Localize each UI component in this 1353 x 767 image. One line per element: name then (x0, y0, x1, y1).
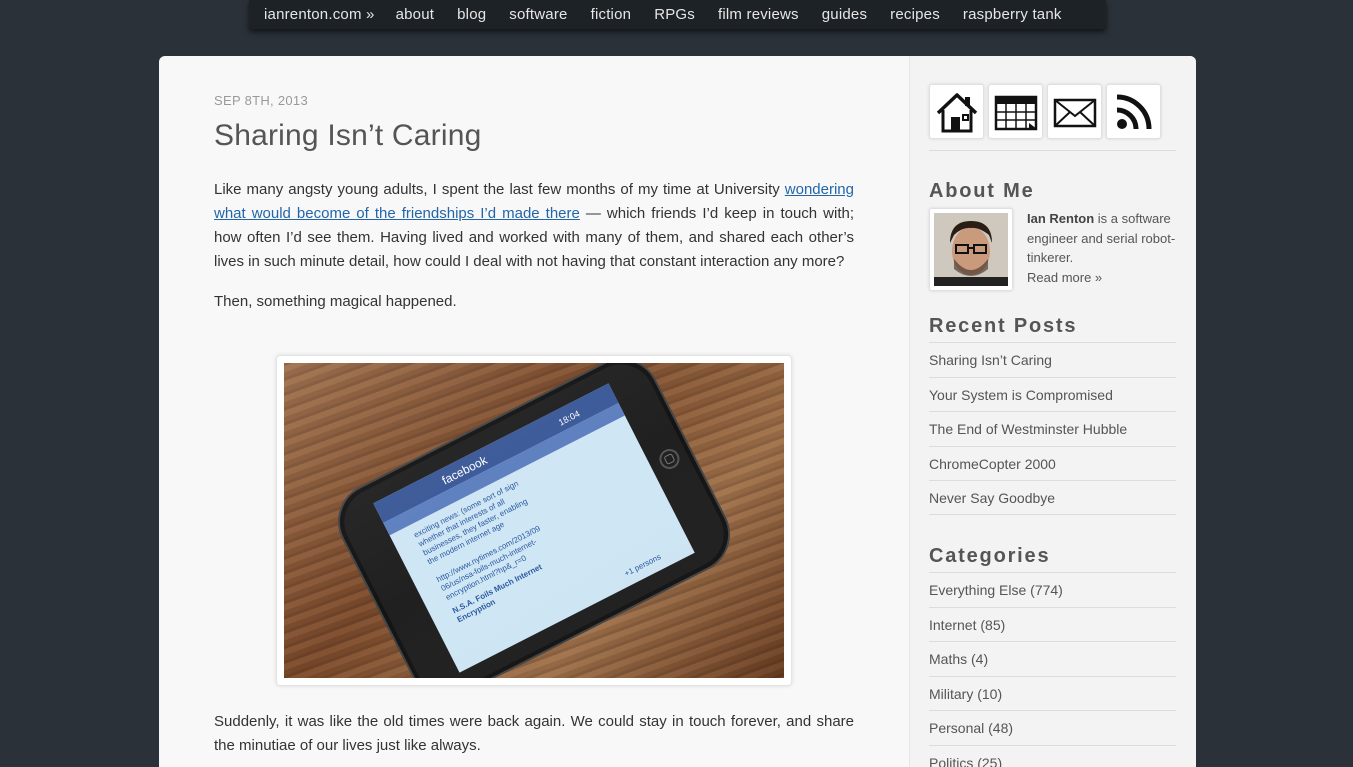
nav-software[interactable]: software (509, 7, 567, 22)
paragraph-3: Suddenly, it was like the old times were… (214, 713, 854, 754)
about-name: Ian Renton (1027, 211, 1095, 226)
page-container: SEP 8TH, 2013 Sharing Isn’t Caring Like … (159, 56, 1196, 767)
recent-posts-heading: Recent Posts (929, 315, 1078, 337)
list-item: Never Say Goodbye (929, 480, 1176, 515)
article: SEP 8TH, 2013 Sharing Isn’t Caring Like … (159, 56, 910, 767)
category-link[interactable]: Personal (48) (929, 720, 1013, 736)
nav-recipes[interactable]: recipes (890, 7, 940, 22)
phone-illustration: facebook 18:04 exciting news: (some sort… (284, 363, 784, 678)
post-image-frame: facebook 18:04 exciting news: (some sort… (276, 355, 792, 686)
post-date: SEP 8TH, 2013 (214, 93, 308, 108)
category-link[interactable]: Military (10) (929, 686, 1002, 702)
list-item: Military (10) (929, 675, 1176, 711)
categories-heading: Categories (929, 545, 1051, 567)
categories-list: Everything Else (774) Internet (85) Math… (929, 572, 1176, 767)
p1-text-start: Like many angsty young adults, I spent t… (214, 181, 785, 198)
calendar-icon (994, 95, 1037, 130)
mail-icon (1053, 98, 1096, 127)
recent-post-link[interactable]: Your System is Compromised (929, 387, 1113, 403)
list-item: Personal (48) (929, 710, 1176, 745)
read-more-link[interactable]: Read more » (1027, 270, 1102, 285)
home-button[interactable] (929, 84, 984, 139)
category-link[interactable]: Maths (4) (929, 651, 988, 667)
sidebar-divider (929, 150, 1176, 151)
list-item: ChromeCopter 2000 (929, 445, 1176, 481)
avatar[interactable] (929, 208, 1013, 291)
list-item: Internet (85) (929, 606, 1176, 642)
list-item: Everything Else (774) (929, 572, 1176, 607)
rss-icon (1116, 94, 1151, 129)
recent-post-link[interactable]: The End of Westminster Hubble (929, 421, 1127, 437)
category-link[interactable]: Everything Else (774) (929, 582, 1063, 598)
list-item: Your System is Compromised (929, 376, 1176, 412)
sidebar: About Me Ian Renton is a software engine… (909, 56, 1196, 767)
calendar-button[interactable] (988, 84, 1043, 139)
list-item: Maths (4) (929, 641, 1176, 676)
mail-button[interactable] (1047, 84, 1102, 139)
list-item: The End of Westminster Hubble (929, 411, 1176, 446)
sidebar-icon-row (929, 84, 1161, 139)
list-item: Sharing Isn’t Caring (929, 342, 1176, 377)
nav-about[interactable]: about (396, 7, 435, 22)
about-heading: About Me (929, 180, 1035, 202)
recent-posts-list: Sharing Isn’t Caring Your System is Comp… (929, 342, 1176, 515)
post-body-continued: Suddenly, it was like the old times were… (214, 710, 854, 767)
post-title[interactable]: Sharing Isn’t Caring (214, 119, 481, 153)
recent-post-link[interactable]: ChromeCopter 2000 (929, 456, 1056, 472)
nav-fiction[interactable]: fiction (591, 7, 632, 22)
post-body: Like many angsty young adults, I spent t… (214, 178, 854, 330)
nav-guides[interactable]: guides (822, 7, 867, 22)
recent-post-link[interactable]: Never Say Goodbye (929, 490, 1055, 506)
list-item: Politics (25) (929, 744, 1176, 767)
category-link[interactable]: Politics (25) (929, 755, 1002, 767)
rss-button[interactable] (1106, 84, 1161, 139)
nav-blog[interactable]: blog (457, 7, 486, 22)
about-text: Ian Renton is a software engineer and se… (1027, 209, 1179, 287)
nav-site-link[interactable]: ianrenton.com » (264, 7, 375, 22)
nav-film-reviews[interactable]: film reviews (718, 7, 799, 22)
paragraph-2: Then, something magical happened. (214, 293, 457, 310)
home-icon (936, 92, 977, 132)
author-photo (934, 213, 1008, 286)
nav-rpgs[interactable]: RPGs (654, 7, 695, 22)
nav-raspberry-tank[interactable]: raspberry tank (963, 7, 1062, 22)
phone-photo[interactable]: facebook 18:04 exciting news: (some sort… (284, 363, 784, 678)
paragraph-1: Like many angsty young adults, I spent t… (214, 178, 854, 274)
category-link[interactable]: Internet (85) (929, 617, 1005, 633)
recent-post-link[interactable]: Sharing Isn’t Caring (929, 352, 1052, 368)
top-nav: ianrenton.com » about blog software fict… (249, 0, 1106, 29)
